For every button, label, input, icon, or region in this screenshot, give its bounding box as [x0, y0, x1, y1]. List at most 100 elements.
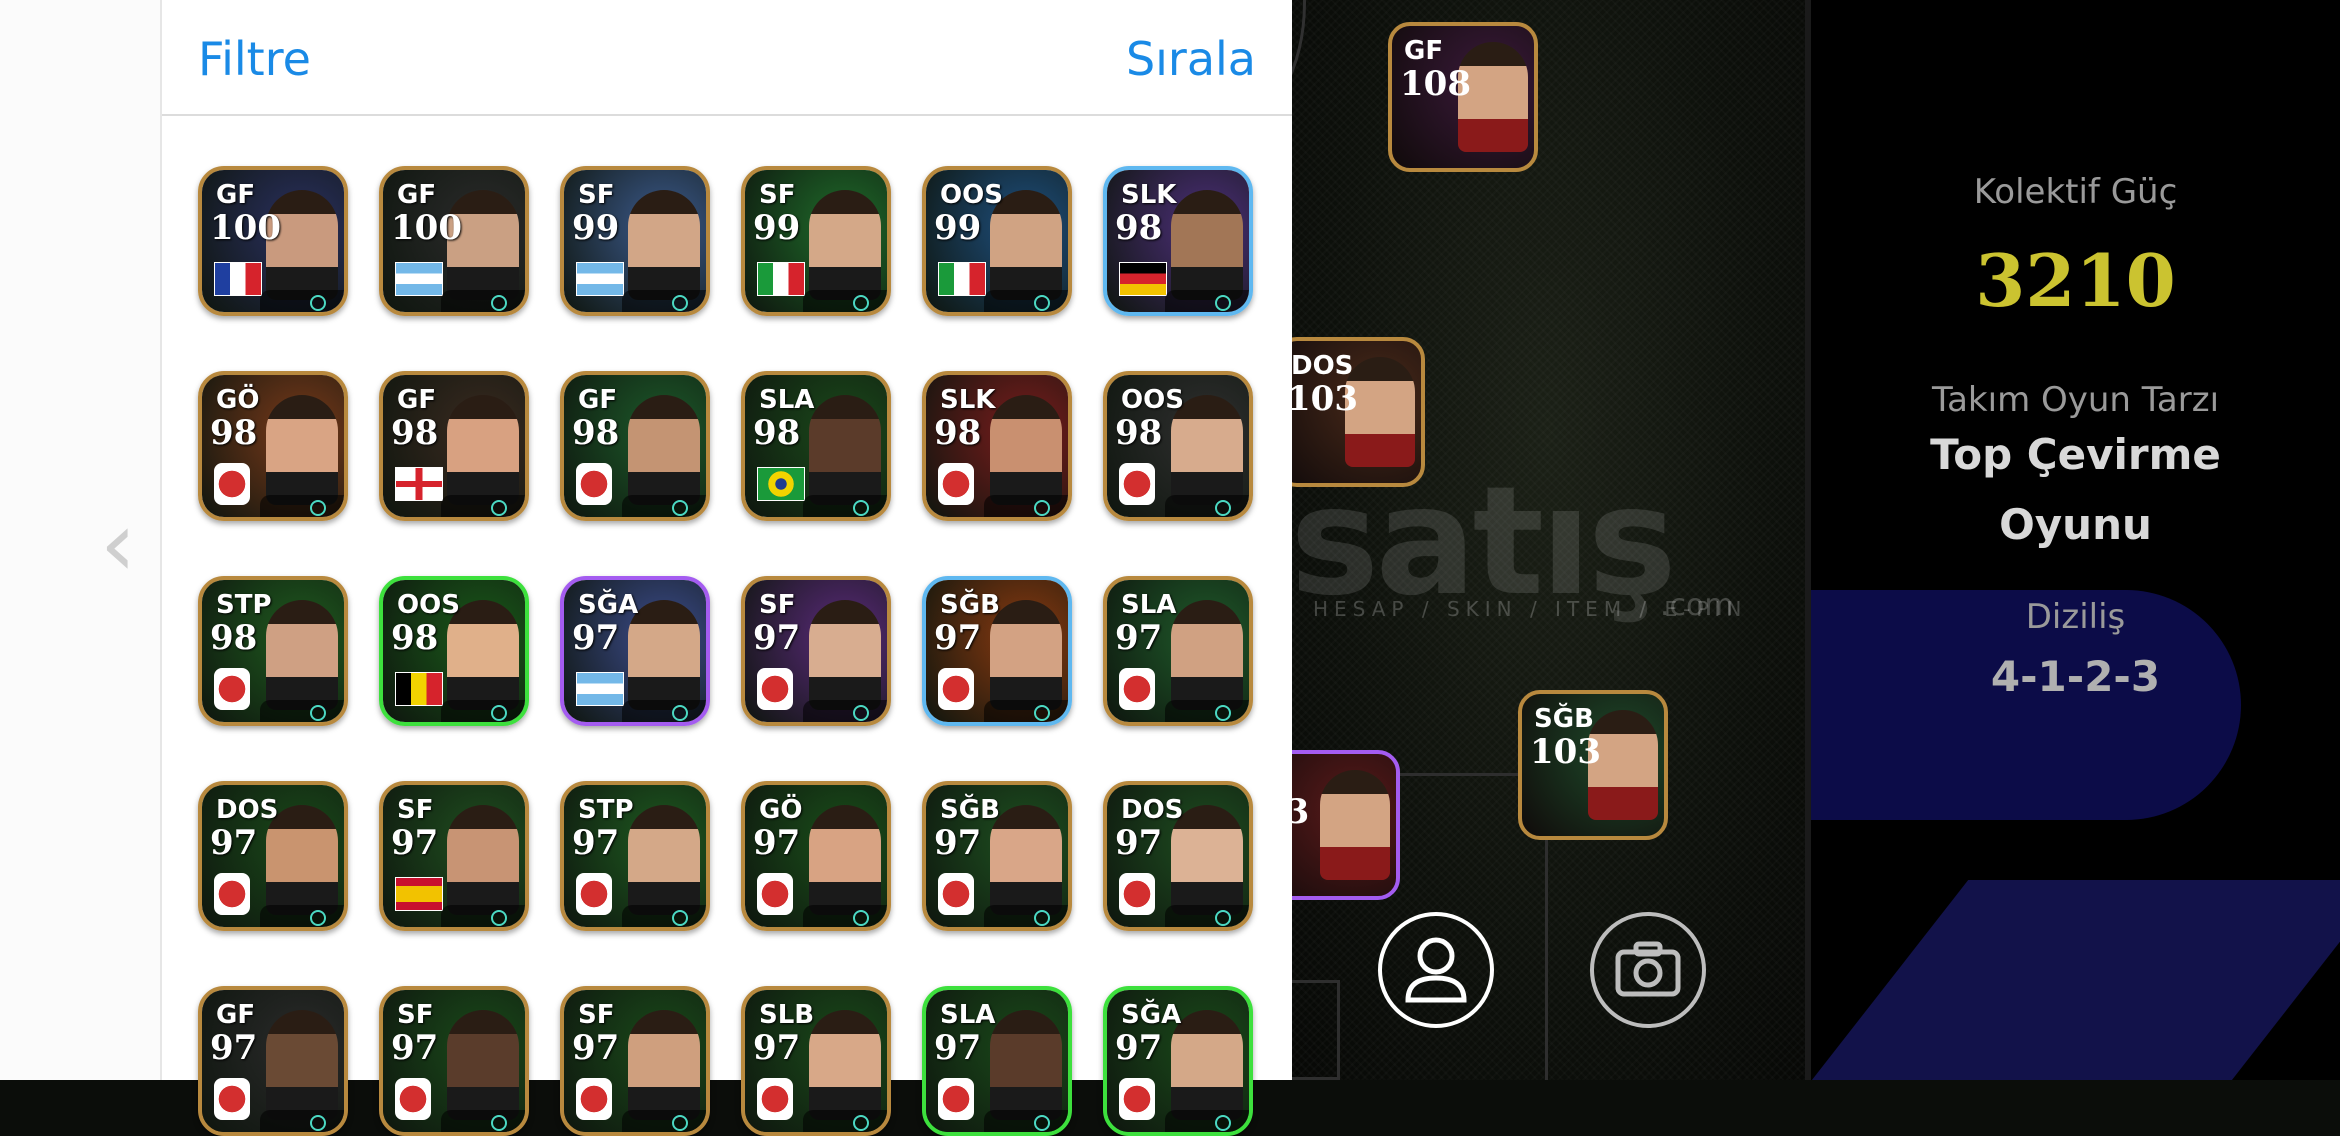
player-rating: 103: [1530, 732, 1601, 772]
player-card[interactable]: GÖ 97: [741, 781, 891, 931]
club-badge-icon: [1119, 873, 1155, 915]
card-footer: [1165, 700, 1249, 722]
player-position: OOS: [397, 590, 460, 620]
nation-flag-icon: [395, 262, 443, 296]
player-card[interactable]: OOS 98: [1103, 371, 1253, 521]
player-card[interactable]: SLA 97: [1103, 576, 1253, 726]
player-rating: 97: [1115, 1028, 1163, 1068]
player-card[interactable]: SLA 97: [922, 986, 1072, 1136]
player-card[interactable]: GF 97: [198, 986, 348, 1136]
player-position: SĞA: [578, 590, 639, 620]
player-card[interactable]: GF 100: [379, 166, 529, 316]
player-portrait: [628, 805, 700, 915]
card-footer: [1165, 290, 1249, 312]
player-rating: 97: [572, 1028, 620, 1068]
player-rating: 98: [1115, 208, 1163, 248]
player-card[interactable]: SLB 97: [741, 986, 891, 1136]
player-position: STP: [578, 795, 634, 825]
card-footer: [803, 495, 887, 517]
player-card[interactable]: GF 100: [198, 166, 348, 316]
player-rating: 98: [572, 413, 620, 453]
player-card[interactable]: SF 97: [379, 781, 529, 931]
player-card[interactable]: GF 98: [379, 371, 529, 521]
player-portrait: [628, 395, 700, 505]
player-card[interactable]: SF 99: [741, 166, 891, 316]
player-card[interactable]: DOS 97: [198, 781, 348, 931]
player-rating: 97: [753, 1028, 801, 1068]
player-card[interactable]: STP 98: [198, 576, 348, 726]
nation-flag-icon: [214, 262, 262, 296]
player-position: SLA: [759, 385, 815, 415]
card-footer: [441, 905, 525, 927]
player-rating: 97: [753, 823, 801, 863]
field-player-card[interactable]: GF 108: [1388, 22, 1538, 172]
player-position: SLB: [759, 1000, 815, 1030]
player-position: GF: [397, 180, 437, 210]
player-card[interactable]: GÖ 98: [198, 371, 348, 521]
player-card[interactable]: OOS 98: [379, 576, 529, 726]
player-portrait: [809, 1010, 881, 1120]
player-position: DOS: [1121, 795, 1184, 825]
player-card[interactable]: DOS 97: [1103, 781, 1253, 931]
club-badge-icon: [576, 1078, 612, 1120]
sort-button[interactable]: Sıra­la: [1126, 32, 1256, 86]
player-card[interactable]: SF 97: [560, 986, 710, 1136]
card-footer: [260, 700, 344, 722]
style-value-line2[interactable]: Oyunu: [1811, 500, 2340, 549]
player-rating: 99: [934, 208, 982, 248]
player-position: STP: [216, 590, 272, 620]
field-player-card[interactable]: SĞB 103: [1518, 690, 1668, 840]
manager-button[interactable]: [1378, 912, 1494, 1028]
player-card[interactable]: SF 97: [741, 576, 891, 726]
player-picker-panel: Filtre Sıra­la GF 100 GF 100 SF 99 SF 99 OOS 99 SL…: [160, 0, 1292, 1136]
watermark-domain: .com: [1660, 588, 1734, 623]
player-position: GÖ: [759, 795, 803, 825]
nation-flag-icon: [395, 877, 443, 911]
player-card[interactable]: SF 97: [379, 986, 529, 1136]
player-rating: 98: [934, 413, 982, 453]
formation-value[interactable]: 4-1-2-3: [1811, 652, 2340, 701]
player-portrait: [1171, 1010, 1243, 1120]
player-position: GF: [1404, 36, 1444, 66]
player-card[interactable]: SĞB 97: [922, 576, 1072, 726]
player-card[interactable]: SLK 98: [1103, 166, 1253, 316]
player-card[interactable]: SLK 98: [922, 371, 1072, 521]
player-card[interactable]: SĞB 97: [922, 781, 1072, 931]
card-footer: [260, 290, 344, 312]
player-card[interactable]: SF 99: [560, 166, 710, 316]
player-card[interactable]: OOS 99: [922, 166, 1072, 316]
club-badge-icon: [1119, 668, 1155, 710]
player-card[interactable]: SĞA 97: [1103, 986, 1253, 1136]
player-rating: 97: [1115, 618, 1163, 658]
card-footer: [622, 700, 706, 722]
player-position: SĞB: [940, 795, 1000, 825]
style-value-line1[interactable]: Top Çevirme: [1811, 430, 2340, 479]
club-badge-icon: [214, 873, 250, 915]
player-card[interactable]: SLA 98: [741, 371, 891, 521]
club-badge-icon: [1119, 463, 1155, 505]
screenshot-button[interactable]: [1590, 912, 1706, 1028]
player-rating: 97: [210, 823, 258, 863]
player-rating: 97: [210, 1028, 258, 1068]
card-footer: [260, 905, 344, 927]
player-card[interactable]: GF 98: [560, 371, 710, 521]
pitch-box: [1290, 980, 1340, 1080]
card-footer: [441, 290, 525, 312]
player-portrait: [990, 395, 1062, 505]
player-position: SF: [578, 180, 615, 210]
card-footer: [984, 495, 1068, 517]
player-position: SLK: [1121, 180, 1177, 210]
card-footer: [622, 495, 706, 517]
back-chevron-icon[interactable]: ‹: [100, 500, 140, 590]
filter-button[interactable]: Filtre: [198, 32, 311, 86]
player-rating: 97: [1115, 823, 1163, 863]
player-portrait: [628, 190, 700, 300]
nation-flag-icon: [576, 672, 624, 706]
player-rating: 97: [934, 1028, 982, 1068]
club-badge-icon: [938, 463, 974, 505]
player-portrait: [266, 1010, 338, 1120]
player-card[interactable]: STP 97: [560, 781, 710, 931]
player-card[interactable]: SĞA 97: [560, 576, 710, 726]
player-portrait: [1320, 770, 1390, 880]
player-position: DOS: [1291, 351, 1354, 381]
